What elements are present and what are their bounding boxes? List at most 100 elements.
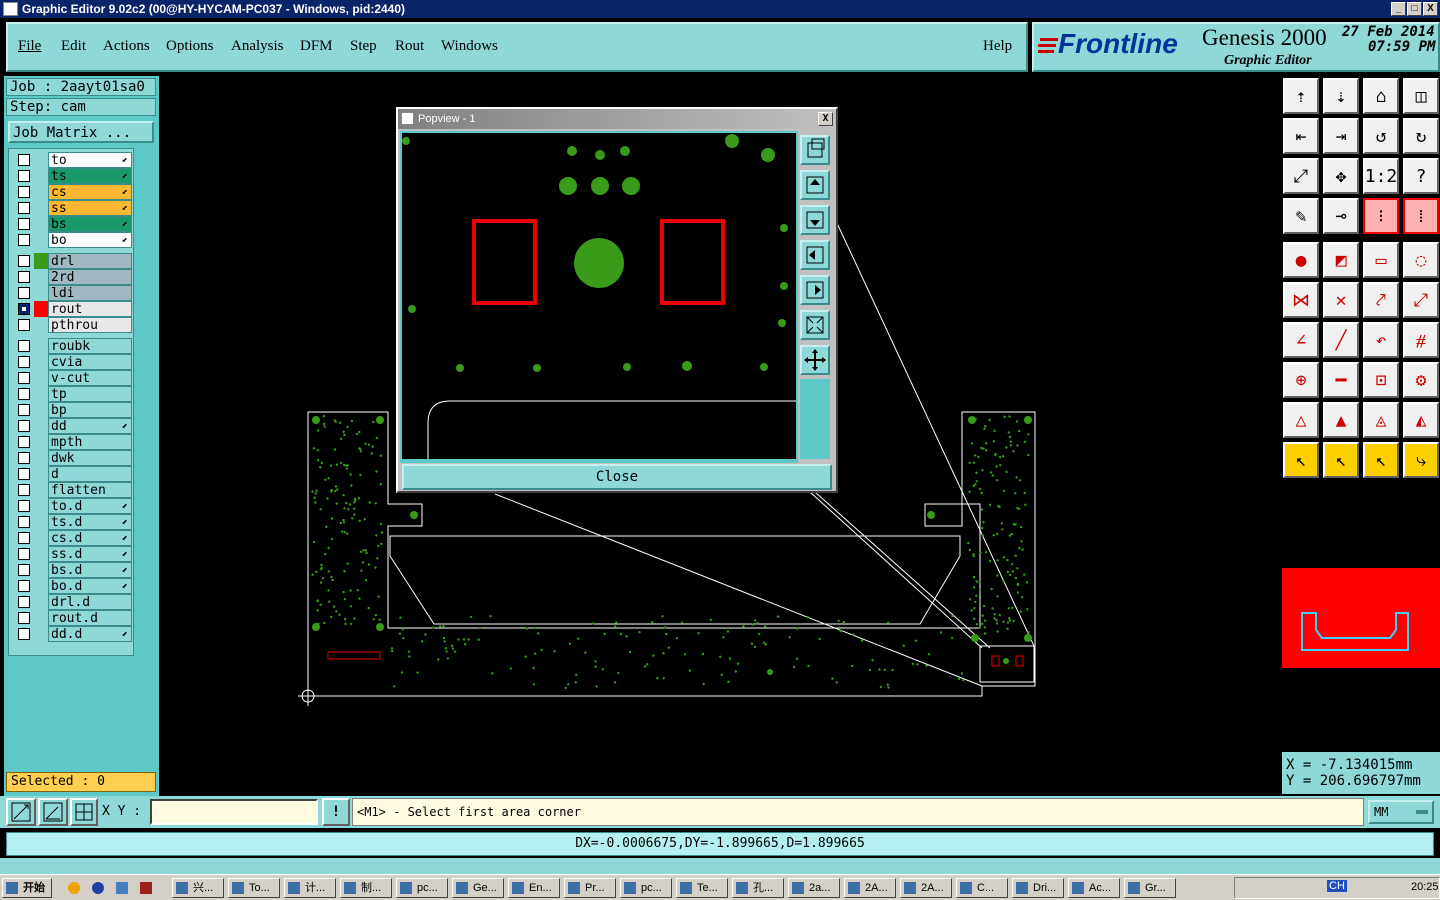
snap-angle-icon[interactable] (38, 798, 68, 826)
job-matrix-button[interactable]: Job Matrix ... (8, 121, 154, 143)
zoom-fit-icon[interactable]: ⤢ (1283, 158, 1319, 194)
layer-checkbox[interactable] (18, 468, 30, 480)
layer-down-icon[interactable]: ⇣ (1323, 78, 1359, 114)
task-button[interactable]: pc... (396, 878, 448, 898)
layer-checkbox[interactable] (18, 303, 30, 315)
layer-checkbox[interactable] (18, 420, 30, 432)
popview-pan-right-button[interactable] (800, 275, 830, 305)
scale-1-2-icon[interactable]: 1:2 (1363, 158, 1399, 194)
layer-row-cvia[interactable]: cvia (16, 354, 132, 370)
layer-row-tp[interactable]: tp (16, 386, 132, 402)
popview-pan-left-button[interactable] (800, 240, 830, 270)
layer-name[interactable]: drl.d (48, 594, 132, 610)
measure-box-icon[interactable]: ⊡ (1363, 362, 1399, 398)
menu-options[interactable]: Options (166, 38, 214, 55)
layer-checkbox[interactable] (18, 170, 30, 182)
layer-name[interactable]: dd ⬋ (48, 418, 132, 434)
circle-pad-icon[interactable]: ◌ (1403, 242, 1439, 278)
gear-icon[interactable]: ⚙ (1403, 362, 1439, 398)
layer-name[interactable]: dd.d ⬋ (48, 626, 132, 642)
layer-name[interactable]: flatten (48, 482, 132, 498)
exclamation-icon[interactable]: ! (322, 798, 350, 826)
layer-row-bs[interactable]: bs ⬋ (16, 216, 132, 232)
close-button[interactable]: X (1423, 2, 1438, 16)
rotate-icon[interactable]: ↶ (1363, 322, 1399, 358)
measure-icon[interactable] (6, 798, 36, 826)
layer-row-bo[interactable]: bo ⬋ (16, 232, 132, 248)
layer-list-scrollbar[interactable] (134, 148, 157, 656)
layer-row-drl.d[interactable]: drl.d (16, 594, 132, 610)
ime-indicator[interactable]: CH (1327, 880, 1347, 892)
layer-up-icon[interactable]: ⇡ (1283, 78, 1319, 114)
layer-name[interactable]: ss ⬋ (48, 200, 132, 216)
layer-checkbox[interactable] (18, 500, 30, 512)
menu-actions[interactable]: Actions (103, 38, 150, 55)
cross-icon[interactable]: ✕ (1323, 282, 1359, 318)
task-button[interactable]: Pr... (564, 878, 616, 898)
layer-row-bo.d[interactable]: bo.d ⬋ (16, 578, 132, 594)
layer-row-dwk[interactable]: dwk (16, 450, 132, 466)
layer-checkbox[interactable] (18, 255, 30, 267)
popview-pan-up-button[interactable] (800, 170, 830, 200)
task-button[interactable]: Ge... (452, 878, 504, 898)
popview-pan-down-button[interactable] (800, 205, 830, 235)
layer-checkbox[interactable] (18, 154, 30, 166)
layer-row-dd.d[interactable]: dd.d ⬋ (16, 626, 132, 642)
layer-name[interactable]: pthrou (48, 317, 132, 333)
layer-name[interactable]: to ⬋ (48, 152, 132, 168)
layer-checkbox[interactable] (18, 580, 30, 592)
select-red-icon[interactable]: ⁝ (1363, 198, 1399, 234)
task-button[interactable]: En... (508, 878, 560, 898)
layer-row-2rd[interactable]: 2rd (16, 269, 132, 285)
menu-dfm[interactable]: DFM (300, 38, 333, 55)
layer-row-rout.d[interactable]: rout.d (16, 610, 132, 626)
layer-name[interactable]: tp (48, 386, 132, 402)
step-in-icon[interactable]: ⇤ (1283, 118, 1319, 154)
layer-row-d[interactable]: d (16, 466, 132, 482)
layer-checkbox[interactable] (18, 532, 30, 544)
layer-checkbox[interactable] (18, 186, 30, 198)
layer-checkbox[interactable] (18, 218, 30, 230)
layer-name[interactable]: d (48, 466, 132, 482)
layer-checkbox[interactable] (18, 612, 30, 624)
layer-row-ldi[interactable]: ldi (16, 285, 132, 301)
layer-checkbox[interactable] (18, 372, 30, 384)
layer-checkbox[interactable] (18, 234, 30, 246)
layer-row-cs.d[interactable]: cs.d ⬋ (16, 530, 132, 546)
layer-row-ss.d[interactable]: ss.d ⬋ (16, 546, 132, 562)
task-button[interactable]: 2a... (788, 878, 840, 898)
layer-checkbox[interactable] (18, 484, 30, 496)
layer-checkbox[interactable] (18, 516, 30, 528)
layer-name[interactable]: rout.d (48, 610, 132, 626)
layer-checkbox[interactable] (18, 287, 30, 299)
layer-checkbox[interactable] (18, 452, 30, 464)
layer-name[interactable]: bo.d ⬋ (48, 578, 132, 594)
layer-checkbox[interactable] (18, 564, 30, 576)
menu-rout[interactable]: Rout (395, 38, 424, 55)
layer-row-pthrou[interactable]: pthrou (16, 317, 132, 333)
layer-row-mpth[interactable]: mpth (16, 434, 132, 450)
task-button[interactable]: pc... (620, 878, 672, 898)
task-button[interactable]: 兴... (172, 878, 224, 898)
layer-name[interactable]: dwk (48, 450, 132, 466)
task-button[interactable]: Gr... (1124, 878, 1176, 898)
layer-checkbox[interactable] (18, 319, 30, 331)
undo-icon[interactable]: ↺ (1363, 118, 1399, 154)
pen-settings-icon[interactable]: ✎ (1283, 198, 1319, 234)
layer-name[interactable]: bs.d ⬋ (48, 562, 132, 578)
pad-icon[interactable]: ● (1283, 242, 1319, 278)
layer-row-v-cut[interactable]: v-cut (16, 370, 132, 386)
popview-close-button[interactable]: Close (402, 464, 832, 490)
layer-row-ts[interactable]: ts ⬋ (16, 168, 132, 184)
task-button[interactable]: Ac... (1068, 878, 1120, 898)
layer-checkbox[interactable] (18, 548, 30, 560)
layer-row-to[interactable]: to ⬋ (16, 152, 132, 168)
layer-name[interactable]: rout (48, 301, 132, 317)
pointer-icon[interactable]: ↖ (1283, 442, 1319, 478)
layer-name[interactable]: bo ⬋ (48, 232, 132, 248)
layer-row-dd[interactable]: dd ⬋ (16, 418, 132, 434)
redo-icon[interactable]: ↻ (1403, 118, 1439, 154)
layer-row-bs.d[interactable]: bs.d ⬋ (16, 562, 132, 578)
menu-file[interactable]: File (18, 38, 41, 55)
layer-name[interactable]: to.d ⬋ (48, 498, 132, 514)
